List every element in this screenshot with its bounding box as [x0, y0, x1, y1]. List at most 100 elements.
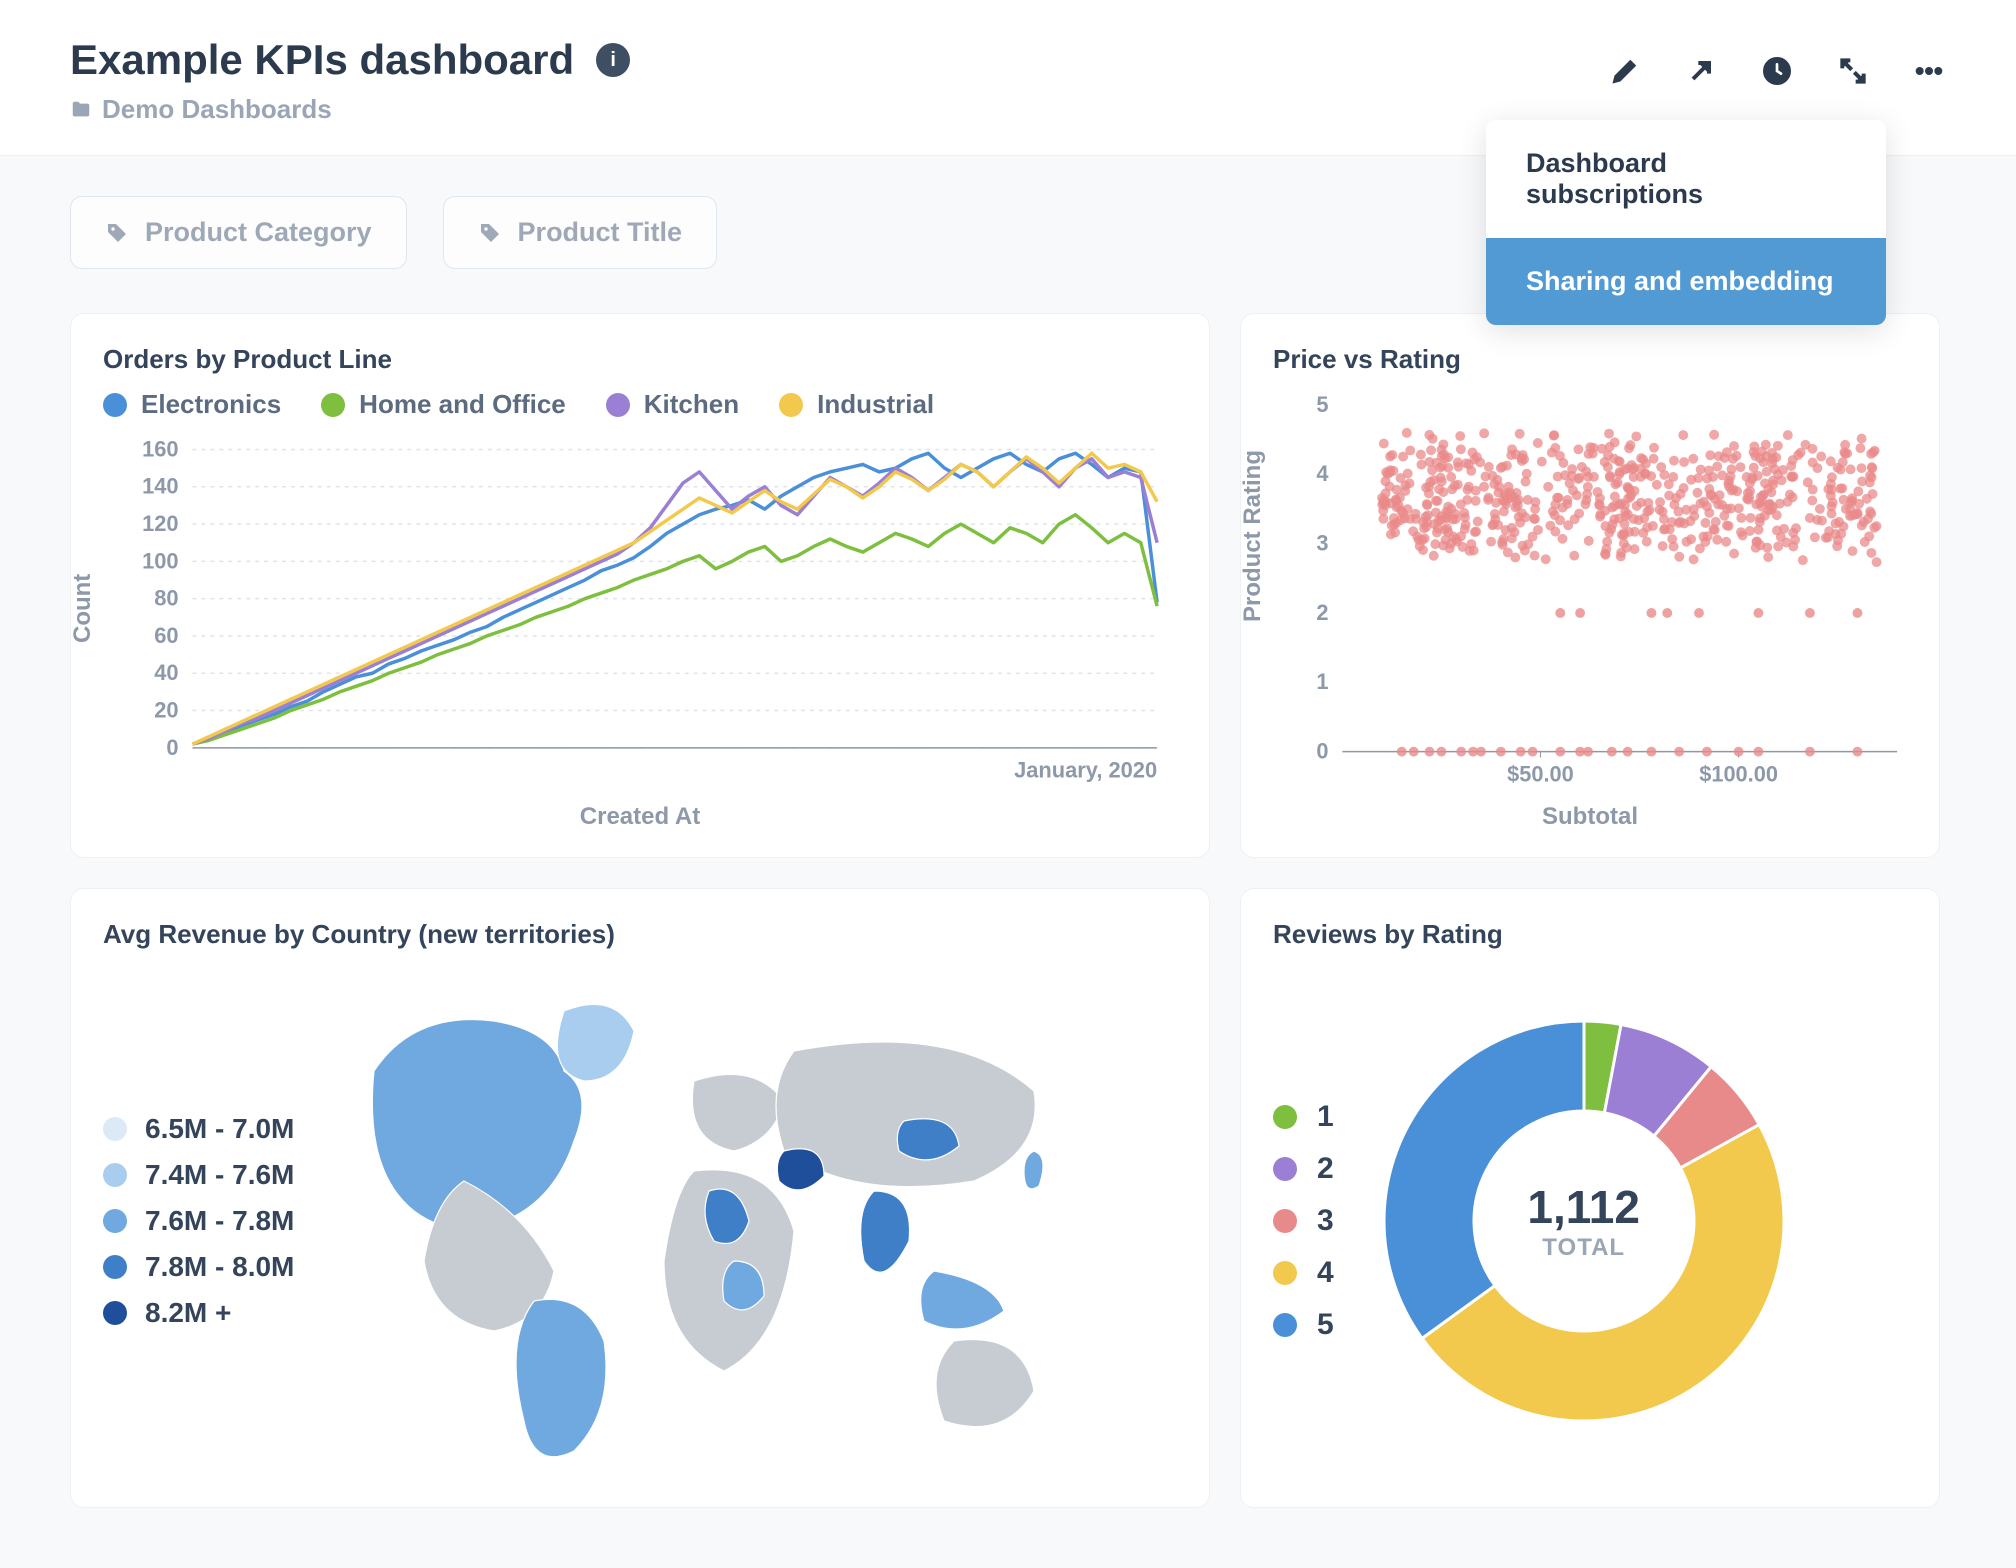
legend-label: 1: [1317, 1100, 1334, 1134]
svg-text:20: 20: [154, 698, 178, 723]
legend-item: 5: [1273, 1308, 1334, 1342]
card-title: Price vs Rating: [1273, 344, 1907, 375]
card-avg-revenue-by-country[interactable]: Avg Revenue by Country (new territories)…: [70, 888, 1210, 1508]
filter-label: Product Category: [145, 217, 372, 248]
card-title: Avg Revenue by Country (new territories): [103, 919, 1177, 950]
tag-icon: [478, 221, 502, 245]
legend-label: 8.2M +: [145, 1297, 231, 1329]
svg-text:$50.00: $50.00: [1507, 761, 1574, 786]
legend-dot: [606, 393, 630, 417]
legend-label: 3: [1317, 1204, 1334, 1238]
card-orders-by-product-line[interactable]: Orders by Product Line Electronics Home …: [70, 313, 1210, 858]
header: Example KPIs dashboard i Demo Dashboards…: [0, 0, 2016, 156]
x-axis-label: Created At: [580, 803, 700, 831]
legend-label: 7.6M - 7.8M: [145, 1205, 294, 1237]
svg-text:100: 100: [142, 548, 178, 573]
svg-text:0: 0: [1316, 739, 1328, 764]
legend-dot: [1273, 1157, 1297, 1181]
fullscreen-button[interactable]: [1836, 54, 1870, 88]
legend-dot: [779, 393, 803, 417]
orders-chart: 020406080100120140160January, 2020 Count…: [103, 430, 1177, 827]
map-legend: 6.5M - 7.0M 7.4M - 7.6M 7.6M - 7.8M 7.8M…: [103, 1113, 294, 1329]
title-row: Example KPIs dashboard i: [70, 36, 630, 84]
donut-legend: 1 2 3 4 5: [1273, 1100, 1334, 1342]
share-dropdown: Dashboard subscriptions Sharing and embe…: [1486, 120, 1886, 325]
donut-center: 1,112 TOTAL: [1374, 1011, 1794, 1431]
svg-text:140: 140: [142, 474, 178, 499]
y-axis-label: Count: [69, 573, 97, 642]
svg-text:January, 2020: January, 2020: [1014, 758, 1157, 783]
card-reviews-by-rating[interactable]: Reviews by Rating 1 2 3 4 5 1,112 TOTAL: [1240, 888, 1940, 1508]
share-button[interactable]: [1684, 54, 1718, 88]
dropdown-item-label: Sharing and embedding: [1526, 266, 1834, 296]
filter-label: Product Title: [518, 217, 683, 248]
legend-item: 7.6M - 7.8M: [103, 1205, 294, 1237]
svg-text:120: 120: [142, 511, 178, 536]
history-button[interactable]: [1760, 54, 1794, 88]
svg-text:2: 2: [1316, 600, 1328, 625]
expand-icon: [1837, 55, 1869, 87]
header-left: Example KPIs dashboard i Demo Dashboards: [70, 36, 630, 125]
legend-item: 2: [1273, 1152, 1334, 1186]
edit-button[interactable]: [1608, 54, 1642, 88]
filter-product-title[interactable]: Product Title: [443, 196, 718, 269]
dropdown-item-sharing[interactable]: Sharing and embedding: [1486, 238, 1886, 325]
legend-label: 7.8M - 8.0M: [145, 1251, 294, 1283]
legend-label: 7.4M - 7.6M: [145, 1159, 294, 1191]
svg-text:3: 3: [1316, 531, 1328, 556]
svg-text:80: 80: [154, 586, 178, 611]
cards-grid: Orders by Product Line Electronics Home …: [70, 313, 1946, 1508]
legend-item: Kitchen: [606, 389, 739, 420]
y-axis-label: Product Rating: [1239, 450, 1267, 622]
donut-wrap: 1,112 TOTAL: [1374, 1011, 1794, 1431]
legend-label: Kitchen: [644, 389, 739, 420]
svg-text:$100.00: $100.00: [1699, 761, 1778, 786]
legend-label: Home and Office: [359, 389, 566, 420]
legend-dot: [103, 1163, 127, 1187]
more-button[interactable]: [1912, 54, 1946, 88]
svg-text:0: 0: [166, 735, 178, 760]
legend-label: 6.5M - 7.0M: [145, 1113, 294, 1145]
toolbar: [1608, 54, 1946, 88]
dashboard-body: Product Category Product Title Orders by…: [0, 156, 2016, 1568]
page-title: Example KPIs dashboard: [70, 36, 574, 84]
legend-label: 5: [1317, 1308, 1334, 1342]
svg-text:60: 60: [154, 623, 178, 648]
legend-item: Electronics: [103, 389, 281, 420]
legend-item: Home and Office: [321, 389, 566, 420]
legend-dot: [1273, 1261, 1297, 1285]
legend-dot: [1273, 1209, 1297, 1233]
legend-dot: [103, 1209, 127, 1233]
legend-dot: [103, 1301, 127, 1325]
legend-dot: [1273, 1105, 1297, 1129]
legend-item: 6.5M - 7.0M: [103, 1113, 294, 1145]
tag-icon: [105, 221, 129, 245]
legend-dot: [103, 1255, 127, 1279]
scatter-plot: 012345$50.00$100.00: [1273, 389, 1907, 827]
legend-dot: [103, 393, 127, 417]
filter-product-category[interactable]: Product Category: [70, 196, 407, 269]
clock-icon: [1761, 55, 1793, 87]
donut-total-label: TOTAL: [1542, 1234, 1625, 1262]
svg-text:40: 40: [154, 660, 178, 685]
legend-item: 4: [1273, 1256, 1334, 1290]
card-price-vs-rating[interactable]: Price vs Rating 012345$50.00$100.00 Prod…: [1240, 313, 1940, 858]
dropdown-item-subscriptions[interactable]: Dashboard subscriptions: [1486, 120, 1886, 238]
svg-text:5: 5: [1316, 392, 1328, 417]
legend-label: 4: [1317, 1256, 1334, 1290]
orders-line-chart: 020406080100120140160January, 2020: [103, 430, 1177, 827]
info-icon[interactable]: i: [596, 43, 630, 77]
x-axis-label: Subtotal: [1542, 803, 1638, 831]
legend-label: 2: [1317, 1152, 1334, 1186]
svg-text:1: 1: [1316, 669, 1328, 694]
legend-item: 3: [1273, 1204, 1334, 1238]
legend-dot: [1273, 1313, 1297, 1337]
breadcrumb[interactable]: Demo Dashboards: [70, 94, 630, 125]
dots-icon: [1913, 55, 1945, 87]
legend-label: Industrial: [817, 389, 934, 420]
legend-item: 8.2M +: [103, 1297, 294, 1329]
legend-item: Industrial: [779, 389, 934, 420]
pencil-icon: [1609, 55, 1641, 87]
arrow-up-right-icon: [1685, 55, 1717, 87]
legend-label: Electronics: [141, 389, 281, 420]
